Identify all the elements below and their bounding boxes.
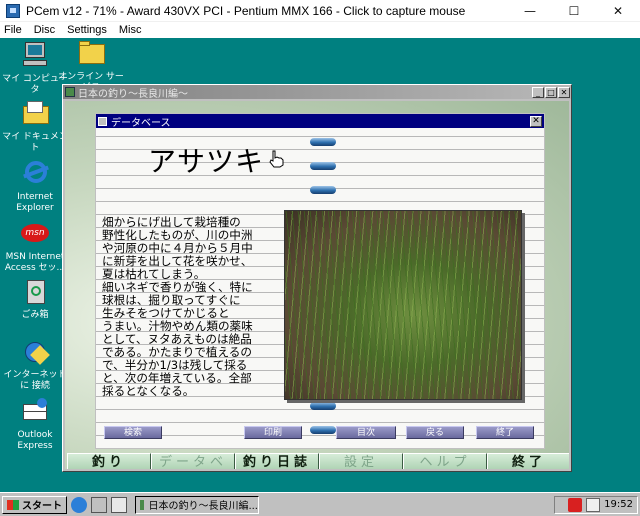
taskbar-app-button[interactable]: 日本の釣り〜長良川編... <box>135 495 259 514</box>
database-window[interactable]: データベース ✕ アサツキ 畑からにげ出して栽培種の 野性化したものが、川の中洲… <box>95 113 545 449</box>
binding-ring <box>310 138 336 146</box>
app-window-title: 日本の釣り〜長良川編〜 <box>78 88 188 100</box>
system-tray: 19:52 <box>554 495 638 514</box>
nav-quit-button[interactable]: 終了 <box>487 453 569 469</box>
online-services-folder-icon <box>75 38 107 70</box>
my-computer-icon <box>19 40 51 72</box>
desktop-icon-outlook-express[interactable]: Outlook Express <box>2 396 68 452</box>
nav-help-button[interactable]: ヘルプ <box>403 453 487 469</box>
menu-disc[interactable]: Disc <box>34 24 55 36</box>
app-background: データベース ✕ アサツキ 畑からにげ出して栽培種の 野性化したものが、川の中洲… <box>65 101 569 469</box>
desktop-icon-msn[interactable]: msn MSN Internet Access セッ... <box>2 218 68 274</box>
species-photo <box>284 210 522 400</box>
desktop-icon-my-documents[interactable]: マイ ドキュメント <box>2 98 68 154</box>
taskbar-app-label: 日本の釣り〜長良川編... <box>148 501 258 512</box>
index-button[interactable]: 目次 <box>336 426 396 439</box>
nav-database-button[interactable]: データベース <box>151 453 235 469</box>
tray-network-icon[interactable] <box>568 497 583 512</box>
msn-icon: msn <box>19 218 51 250</box>
internet-explorer-icon <box>19 158 51 190</box>
windows-logo-icon <box>7 499 19 510</box>
connect-internet-icon <box>19 336 51 368</box>
print-button[interactable]: 印刷 <box>244 426 302 439</box>
menu-misc[interactable]: Misc <box>119 24 142 36</box>
database-title-bar[interactable]: データベース ✕ <box>96 114 544 129</box>
species-description: 畑からにげ出して栽培種の 野性化したものが、川の中洲 や河原の中に４月から５月中… <box>102 216 282 398</box>
nav-fishing-button[interactable]: 釣り <box>67 453 151 469</box>
menu-file[interactable]: File <box>4 24 22 36</box>
close-button[interactable]: ✕ <box>596 0 640 22</box>
outlook-express-icon <box>19 396 51 428</box>
database-close-button[interactable]: ✕ <box>530 115 542 127</box>
database-button-row: 検索 印刷 目次 戻る 終了 <box>104 426 536 440</box>
app-close-button[interactable]: ✕ <box>558 86 570 98</box>
desktop-icon-recycle-bin[interactable]: ごみ箱 <box>2 276 68 321</box>
host-window-title: PCem v12 - 71% - Award 430VX PCI - Penti… <box>26 3 466 18</box>
host-menu-bar: File Disc Settings Misc <box>0 22 640 38</box>
app-title-bar[interactable]: 日本の釣り〜長良川編〜 _ □ ✕ <box>63 85 571 100</box>
my-documents-icon <box>19 98 51 130</box>
desktop-icon-connect-internet[interactable]: インターネットに 接続 <box>2 336 68 392</box>
main-navigation: 釣り データベース 釣り日誌 設定 ヘルプ 終了 <box>67 453 569 469</box>
nav-diary-button[interactable]: 釣り日誌 <box>235 453 319 469</box>
back-button[interactable]: 戻る <box>406 426 464 439</box>
app-minimize-button[interactable]: _ <box>532 86 544 98</box>
description-line: 採るとなくなる。 <box>102 384 195 398</box>
quicklaunch-outlook-icon[interactable] <box>91 496 107 513</box>
taskbar: スタート 日本の釣り〜長良川編... 19:52 <box>0 492 640 516</box>
search-button[interactable]: 検索 <box>104 426 162 439</box>
tray-volume-icon[interactable] <box>586 497 601 512</box>
fish-app-icon <box>65 87 75 97</box>
database-window-icon <box>98 116 107 126</box>
binding-ring <box>310 402 336 410</box>
minimize-button[interactable]: — <box>508 0 552 22</box>
species-name: アサツキ <box>148 145 265 178</box>
start-button[interactable]: スタート <box>2 495 67 514</box>
host-title-bar: PCem v12 - 71% - Award 430VX PCI - Penti… <box>0 0 640 22</box>
recycle-bin-icon <box>19 276 51 308</box>
fish-app-icon <box>140 499 145 510</box>
maximize-button[interactable]: ☐ <box>552 0 596 22</box>
hand-pointer-icon <box>269 150 284 168</box>
menu-settings[interactable]: Settings <box>67 24 107 36</box>
database-window-title: データベース <box>111 117 171 129</box>
end-button[interactable]: 終了 <box>476 426 534 439</box>
clock: 19:52 <box>604 499 633 510</box>
pcem-app-icon <box>6 3 20 18</box>
quicklaunch-ie-icon[interactable] <box>71 496 87 513</box>
desktop-icon-internet-explorer[interactable]: Internet Explorer <box>2 158 68 214</box>
app-maximize-button[interactable]: □ <box>545 86 557 98</box>
emulated-screen: マイ コンピュータ オンライン サービス マイ ドキュメント Internet … <box>0 38 640 492</box>
nav-settings-button[interactable]: 設定 <box>319 453 403 469</box>
quicklaunch-desktop-icon[interactable] <box>111 496 127 513</box>
fishing-app-window[interactable]: 日本の釣り〜長良川編〜 _ □ ✕ データベース ✕ アサツキ 畑からにげ出して… <box>62 84 572 472</box>
start-label: スタート <box>22 501 62 512</box>
notebook-page: アサツキ 畑からにげ出して栽培種の 野性化したものが、川の中洲 や河原の中に４月… <box>96 128 544 448</box>
binding-ring <box>310 162 336 170</box>
binding-ring <box>310 186 336 194</box>
